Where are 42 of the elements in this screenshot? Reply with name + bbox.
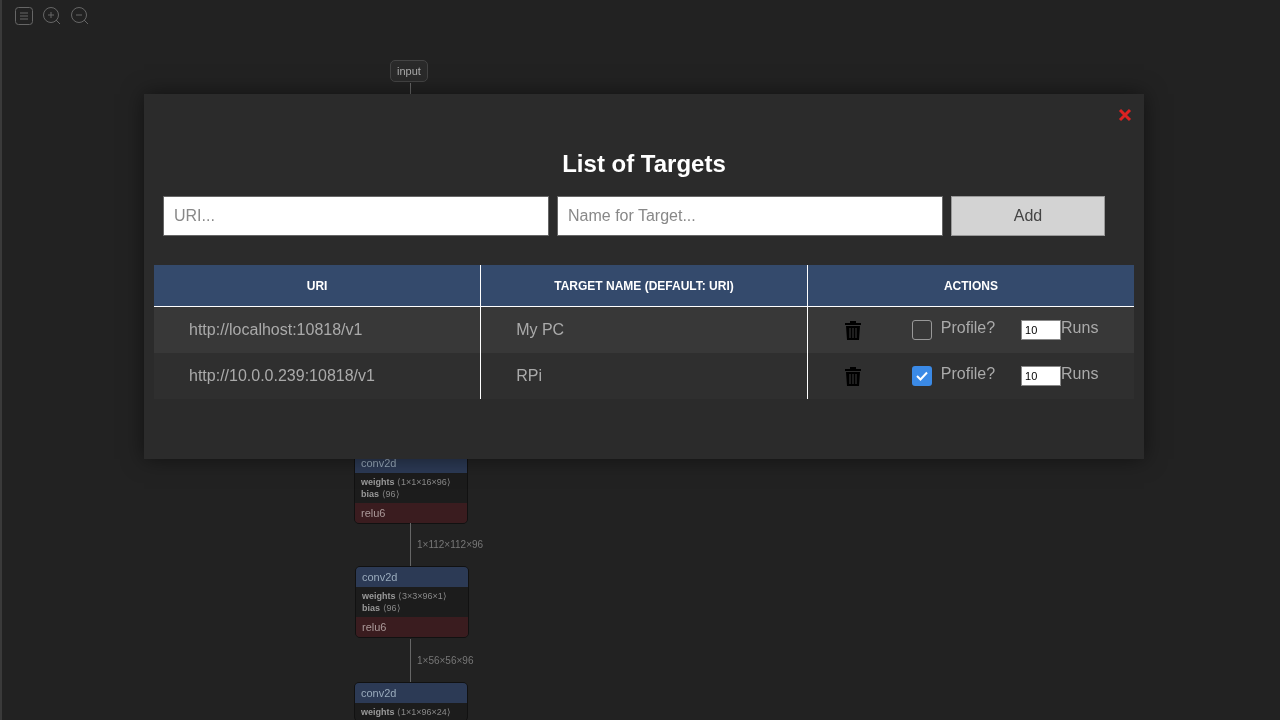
- column-header: URI: [154, 265, 481, 307]
- close-icon[interactable]: [1118, 108, 1132, 122]
- zoom-out-icon[interactable]: [70, 6, 90, 26]
- add-button[interactable]: Add: [951, 196, 1105, 236]
- graph-node[interactable]: input: [390, 60, 428, 82]
- node-title: conv2d: [355, 683, 467, 703]
- node-attribute: weights ⟨1×1×96×24⟩: [361, 707, 452, 717]
- node-activation: relu6: [356, 617, 468, 637]
- node-attribute: bias ⟨96⟩: [361, 489, 401, 499]
- edge-label: 1×56×56×96: [417, 655, 474, 666]
- table-cell: http://10.0.0.239:10818/v1: [154, 353, 481, 399]
- edge-label: 1×112×112×96: [417, 539, 484, 550]
- profile-checkbox[interactable]: [911, 366, 932, 386]
- edge-line: [410, 523, 411, 566]
- runs-label: Runs: [1061, 319, 1099, 337]
- runs-field[interactable]: 10: [1021, 366, 1062, 386]
- profile-checkbox[interactable]: [911, 320, 932, 340]
- table-cell: http://localhost:10818/v1: [154, 306, 481, 353]
- runs-label: Runs: [1061, 365, 1099, 383]
- trash-icon[interactable]: [843, 366, 862, 386]
- edge-line: [410, 639, 411, 682]
- checkbox-label: Profile?: [940, 365, 996, 383]
- runs-field[interactable]: 10: [1021, 320, 1062, 340]
- graph-node[interactable]: conv2d weights ⟨3×3×96×1⟩ bias ⟨96⟩ relu6: [355, 566, 469, 638]
- node-attribute: weights ⟨1×1×16×96⟩: [361, 477, 452, 487]
- column-header: TARGET NAME (DEFAULT: URI): [480, 265, 808, 307]
- table-cell: RPi: [480, 353, 808, 399]
- node-title: conv2d: [356, 567, 468, 587]
- menu-icon[interactable]: [14, 6, 34, 26]
- graph-node[interactable]: conv2d weights ⟨1×1×96×24⟩: [354, 682, 468, 720]
- node-activation: relu6: [355, 503, 467, 523]
- dialog-title: List of Targets: [562, 150, 726, 178]
- node-attribute: weights ⟨3×3×96×1⟩: [362, 591, 448, 601]
- uri-field[interactable]: URI...: [163, 196, 549, 236]
- zoom-in-icon[interactable]: [42, 6, 62, 26]
- name-field[interactable]: Name for Target...: [557, 196, 943, 236]
- trash-icon[interactable]: [843, 320, 862, 340]
- check-icon: [915, 371, 928, 381]
- edge-line: [410, 83, 411, 95]
- checkbox-label: Profile?: [940, 319, 996, 337]
- node-attribute: bias ⟨96⟩: [362, 603, 402, 613]
- column-header: ACTIONS: [807, 265, 1134, 307]
